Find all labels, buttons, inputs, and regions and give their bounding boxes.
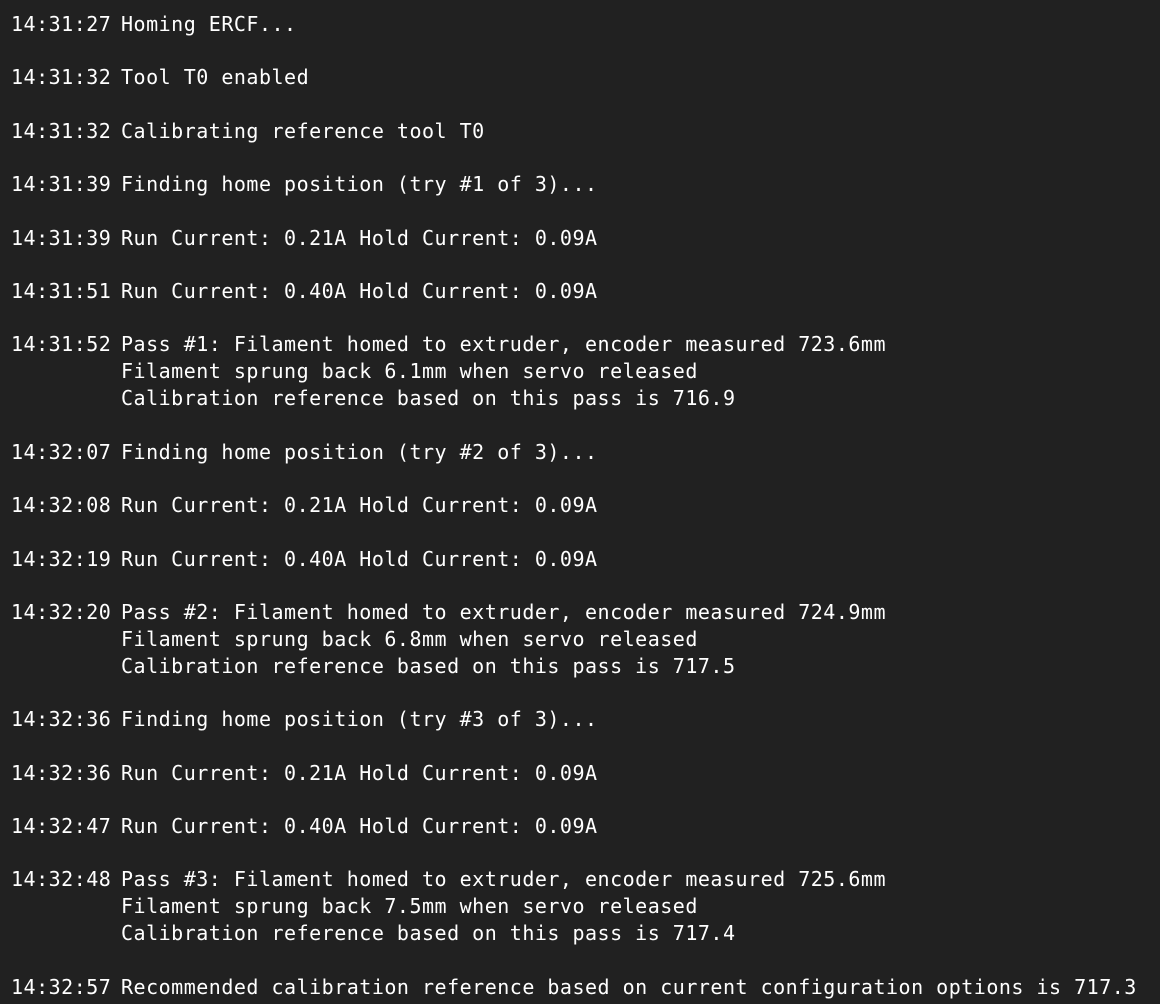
log-message: Finding home position (try #2 of 3)...	[121, 439, 598, 466]
log-timestamp: 14:32:47	[11, 814, 112, 839]
log-timestamp: 14:31:51	[11, 278, 112, 303]
log-entry: 14:31:39 Finding home position (try #1 o…	[11, 171, 1160, 198]
console-log: 14:31:27 Homing ERCF... 14:31:32 Tool T0…	[11, 11, 1160, 1004]
log-entry: 14:31:39 Run Current: 0.21A Hold Current…	[11, 225, 1160, 252]
log-timestamp: 14:32:20	[11, 599, 112, 624]
log-entry: 14:31:51 Run Current: 0.40A Hold Current…	[11, 278, 1160, 305]
log-message: Run Current: 0.21A Hold Current: 0.09A	[121, 492, 598, 519]
log-entry: 14:32:48 Pass #3: Filament homed to extr…	[11, 866, 1160, 947]
log-entry: 14:31:32 Tool T0 enabled	[11, 64, 1160, 91]
log-line: Pass #1: Filament homed to extruder, enc…	[121, 332, 887, 357]
log-timestamp: 14:31:32	[11, 65, 112, 90]
log-line: Calibration reference based on this pass…	[121, 921, 736, 946]
log-entry: 14:31:32 Calibrating reference tool T0	[11, 118, 1160, 145]
log-timestamp: 14:31:27	[11, 12, 112, 36]
log-line: Calibration reference based on this pass…	[121, 386, 736, 411]
log-timestamp: 14:32:57	[11, 974, 112, 999]
log-message: Finding home position (try #3 of 3)...	[121, 706, 598, 733]
log-message: Run Current: 0.40A Hold Current: 0.09A	[121, 546, 598, 573]
log-message: Calibrating reference tool T0	[121, 118, 485, 145]
log-message: Pass #2: Filament homed to extruder, enc…	[121, 599, 886, 680]
log-entry: 14:31:27 Homing ERCF...	[11, 11, 1160, 38]
log-timestamp: 14:31:52	[11, 332, 112, 357]
log-entry: 14:31:52 Pass #1: Filament homed to extr…	[11, 331, 1160, 412]
log-timestamp: 14:31:32	[11, 118, 112, 143]
log-line: Run Current: 0.40A Hold Current: 0.09A	[121, 814, 598, 839]
log-timestamp: 14:32:36	[11, 707, 112, 732]
log-message: Finding home position (try #1 of 3)...	[121, 171, 598, 198]
log-timestamp: 14:32:07	[11, 439, 112, 464]
log-line: Tool T0 enabled	[121, 65, 310, 90]
log-entry: 14:32:19 Run Current: 0.40A Hold Current…	[11, 546, 1160, 573]
log-message: Run Current: 0.40A Hold Current: 0.09A	[121, 278, 598, 305]
log-message: Run Current: 0.21A Hold Current: 0.09A	[121, 225, 598, 252]
log-timestamp: 14:31:39	[11, 225, 112, 250]
log-line: Filament sprung back 7.5mm when servo re…	[121, 894, 698, 919]
log-entry: 14:32:36 Run Current: 0.21A Hold Current…	[11, 760, 1160, 787]
log-entry: 14:32:08 Run Current: 0.21A Hold Current…	[11, 492, 1160, 519]
log-line: Finding home position (try #3 of 3)...	[121, 707, 598, 732]
log-timestamp: 14:32:08	[11, 493, 112, 518]
log-message: Tool T0 enabled	[121, 64, 309, 91]
log-entry: 14:32:57 Recommended calibration referen…	[11, 974, 1160, 1001]
log-line: Homing ERCF...	[121, 12, 297, 36]
log-line: Run Current: 0.21A Hold Current: 0.09A	[121, 225, 598, 250]
log-line: Calibrating reference tool T0	[121, 118, 485, 143]
log-entry: 14:32:20 Pass #2: Filament homed to extr…	[11, 599, 1160, 680]
log-line: Finding home position (try #2 of 3)...	[121, 439, 598, 464]
log-timestamp: 14:32:48	[11, 867, 112, 892]
log-timestamp: 14:31:39	[11, 172, 112, 197]
log-message: Pass #1: Filament homed to extruder, enc…	[121, 331, 886, 412]
log-line: Run Current: 0.40A Hold Current: 0.09A	[121, 546, 598, 571]
log-message: Pass #3: Filament homed to extruder, enc…	[121, 866, 886, 947]
log-entry: 14:32:47 Run Current: 0.40A Hold Current…	[11, 813, 1160, 840]
log-message: Run Current: 0.40A Hold Current: 0.09A	[121, 813, 598, 840]
log-timestamp: 14:32:36	[11, 760, 112, 785]
log-line: Filament sprung back 6.8mm when servo re…	[121, 626, 698, 651]
log-line: Pass #3: Filament homed to extruder, enc…	[121, 867, 887, 892]
log-entry: 14:32:36 Finding home position (try #3 o…	[11, 706, 1160, 733]
log-message: Run Current: 0.21A Hold Current: 0.09A	[121, 760, 598, 787]
log-timestamp: 14:32:19	[11, 546, 112, 571]
log-line: Run Current: 0.21A Hold Current: 0.09A	[121, 493, 598, 518]
log-entry: 14:32:07 Finding home position (try #2 o…	[11, 439, 1160, 466]
log-line: Filament sprung back 6.1mm when servo re…	[121, 359, 698, 384]
log-line: Finding home position (try #1 of 3)...	[121, 172, 598, 197]
log-line: Recommended calibration reference based …	[121, 974, 1137, 999]
log-line: Run Current: 0.21A Hold Current: 0.09A	[121, 760, 598, 785]
log-line: Run Current: 0.40A Hold Current: 0.09A	[121, 278, 598, 303]
log-message: Homing ERCF...	[121, 11, 297, 38]
log-line: Pass #2: Filament homed to extruder, enc…	[121, 599, 887, 624]
log-message: Recommended calibration reference based …	[121, 974, 1137, 1001]
log-line: Calibration reference based on this pass…	[121, 653, 736, 678]
